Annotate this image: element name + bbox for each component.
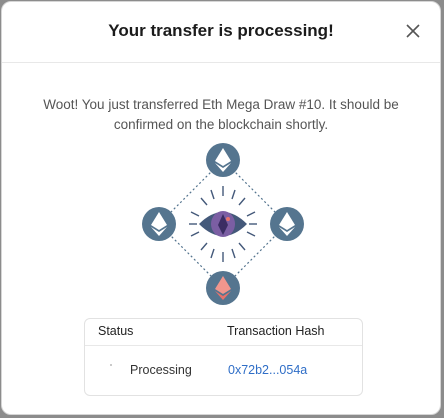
table-row: Processing 0x72b2...054a xyxy=(85,346,362,396)
status-column-header: Status xyxy=(98,324,134,338)
loading-spinner-icon xyxy=(110,364,112,366)
table-header: Status Transaction Hash xyxy=(85,319,362,346)
ethereum-icon xyxy=(142,207,176,241)
ethereum-icon xyxy=(206,143,240,177)
modal-title: Your transfer is processing! xyxy=(108,21,334,40)
ethereum-icon xyxy=(270,207,304,241)
ethereum-icon xyxy=(206,271,240,305)
transaction-status-table: Status Transaction Hash Processing 0x72b… xyxy=(84,318,363,396)
close-icon[interactable] xyxy=(404,22,422,40)
transaction-hash-link[interactable]: 0x72b2...054a xyxy=(228,363,307,377)
hash-column-header: Transaction Hash xyxy=(227,324,325,338)
eye-icon xyxy=(199,211,247,237)
modal-header: Your transfer is processing! xyxy=(2,2,440,63)
transfer-modal: Your transfer is processing! Woot! You j… xyxy=(1,1,441,415)
processing-illustration xyxy=(142,143,304,305)
transfer-message: Woot! You just transferred Eth Mega Draw… xyxy=(43,97,399,132)
status-value: Processing xyxy=(130,363,192,377)
